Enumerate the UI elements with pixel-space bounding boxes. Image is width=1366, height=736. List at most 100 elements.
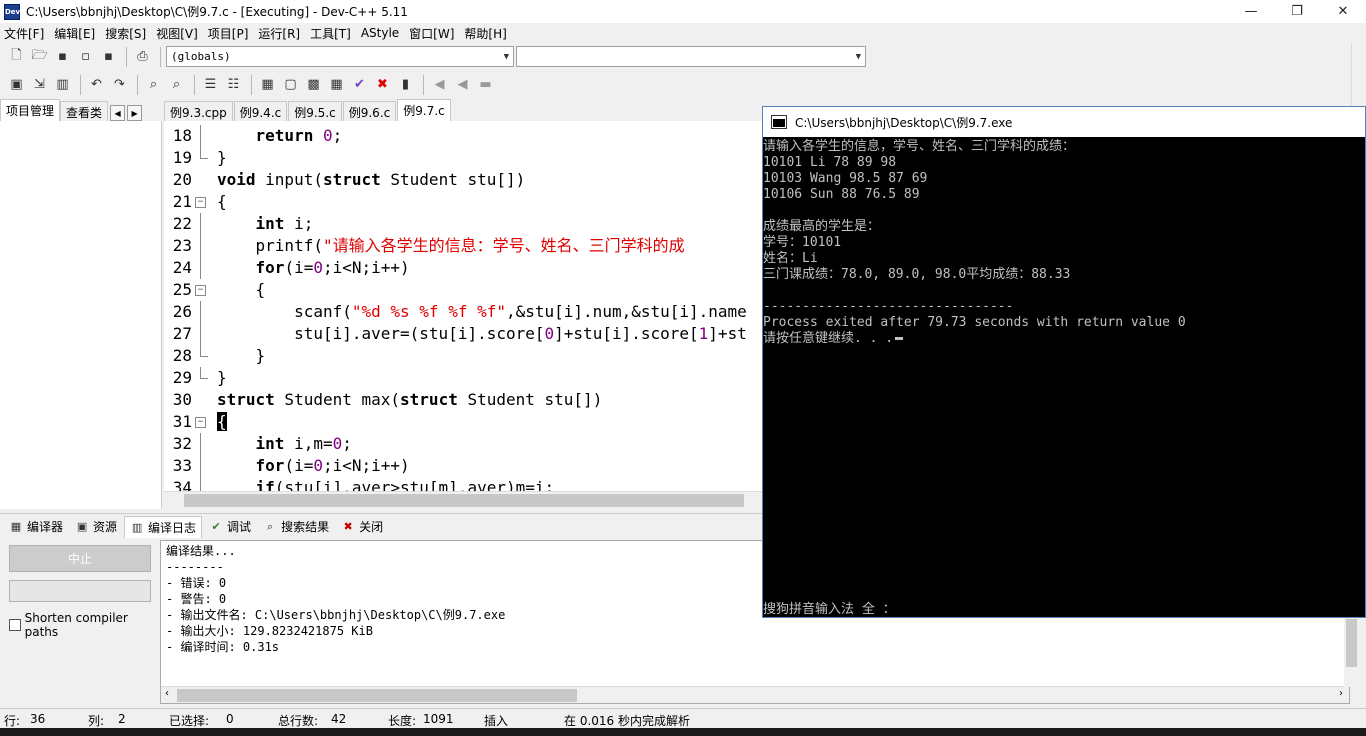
file-tab[interactable]: 例9.3.cpp <box>164 101 233 121</box>
line-number: 32 <box>172 434 192 453</box>
close-file-icon[interactable]: ▪ <box>98 46 119 67</box>
undo-icon[interactable]: ↶ <box>86 74 107 95</box>
save-all-icon[interactable]: ▫ <box>75 46 96 67</box>
ime-status: 搜狗拼音输入法 全 ： <box>763 602 896 617</box>
open-file-icon[interactable]: 🗁 <box>29 46 50 67</box>
menu-view[interactable]: 视图[V] <box>156 25 198 42</box>
code-line[interactable]: 29} <box>164 367 764 389</box>
stop-button[interactable]: 中止 <box>9 545 151 572</box>
menu-astyle[interactable]: AStyle <box>361 26 399 40</box>
scrollbar-thumb[interactable] <box>177 689 577 702</box>
replace-icon[interactable]: ⌕ <box>166 74 187 95</box>
scope-combo[interactable]: (globals) ▼ <box>166 46 514 67</box>
compile-icon[interactable]: ▦ <box>257 74 278 95</box>
code-line[interactable]: 24 for(i=0;i<N;i++) <box>164 257 764 279</box>
console-window[interactable]: C:\Users\bbnjhj\Desktop\C\例9.7.exe 请输入各学… <box>762 106 1366 618</box>
chevron-right-icon[interactable]: › <box>1339 688 1343 699</box>
fold-toggle-icon[interactable]: − <box>195 285 206 296</box>
code-line[interactable]: 32 int i,m=0; <box>164 433 764 455</box>
tab-debug[interactable]: ✔ 调试 <box>204 516 256 538</box>
code-line[interactable]: 23 printf("请输入各学生的信息：学号、姓名、三门学科的成 <box>164 235 764 257</box>
code-line[interactable]: 30 struct Student max(struct Student stu[… <box>164 389 764 411</box>
code-line[interactable]: 27 stu[i].aver=(stu[i].score[0]+stu[i].s… <box>164 323 764 345</box>
code-line[interactable]: 19} <box>164 147 764 169</box>
menu-tools[interactable]: 工具[T] <box>310 25 351 42</box>
code-line[interactable]: 34 if(stu[i].aver>stu[m].aver)m=i; <box>164 477 764 491</box>
bookmark-forward-icon[interactable]: ◀ <box>452 74 473 95</box>
new-file-icon[interactable]: 🗋 <box>6 46 27 67</box>
remove-from-project-icon[interactable]: ▥ <box>52 74 73 95</box>
code-line[interactable]: 31−{ <box>164 411 764 433</box>
print-icon[interactable]: ⎙ <box>132 46 153 67</box>
toolbar-separator <box>160 46 161 67</box>
code-line[interactable]: 33 for(i=0;i<N;i++) <box>164 455 764 477</box>
shorten-paths-checkbox[interactable] <box>9 619 21 631</box>
menu-window[interactable]: 窗口[W] <box>409 25 454 42</box>
tab-close[interactable]: ✖ 关闭 <box>336 516 388 538</box>
project-tree[interactable] <box>0 121 162 509</box>
fold-toggle-icon[interactable]: − <box>195 197 206 208</box>
tab-classes[interactable]: 查看类 <box>60 101 109 121</box>
compile-run-icon[interactable]: ▩ <box>303 74 324 95</box>
run-icon[interactable]: ▢ <box>280 74 301 95</box>
fold-guide <box>200 235 201 257</box>
scrollbar-thumb[interactable] <box>184 494 744 507</box>
menu-run[interactable]: 运行[R] <box>258 25 300 42</box>
editor-horizontal-scrollbar[interactable] <box>164 491 764 508</box>
maximize-button[interactable]: ❐ <box>1274 0 1320 23</box>
code-line[interactable]: 28 } <box>164 345 764 367</box>
fold-toggle-icon[interactable]: − <box>195 417 206 428</box>
code-line[interactable]: 20 void input(struct Student stu[]) <box>164 169 764 191</box>
tab-compiler[interactable]: ▦ 编译器 <box>4 516 68 538</box>
chevron-left-icon[interactable]: ‹ <box>165 688 169 699</box>
chevron-right-icon[interactable]: ▶ <box>127 105 143 121</box>
symbol-combo[interactable]: ▼ <box>516 46 866 67</box>
menu-file[interactable]: 文件[F] <box>4 25 44 42</box>
file-tab[interactable]: 例9.5.c <box>288 101 342 121</box>
console-title-bar[interactable]: C:\Users\bbnjhj\Desktop\C\例9.7.exe <box>763 107 1365 137</box>
redo-icon[interactable]: ↷ <box>109 74 130 95</box>
tab-project[interactable]: 项目管理 <box>0 99 61 121</box>
code-line[interactable]: 22 int i; <box>164 213 764 235</box>
menu-search[interactable]: 搜索[S] <box>105 25 146 42</box>
menu-project[interactable]: 项目[P] <box>208 25 249 42</box>
line-number: 26 <box>172 302 192 321</box>
check-syntax-icon[interactable]: ✔ <box>349 74 370 95</box>
devcpp-app-icon[interactable]: Dev <box>4 3 20 20</box>
tab-compile-log[interactable]: ▥ 编译日志 <box>124 515 203 538</box>
minimize-button[interactable]: — <box>1228 0 1274 23</box>
project-options-icon[interactable]: ▣ <box>6 74 27 95</box>
line-number: 33 <box>172 456 192 475</box>
rebuild-all-icon[interactable]: ▦ <box>326 74 347 95</box>
tab-search-results[interactable]: ⌕ 搜索结果 <box>258 516 334 538</box>
save-icon[interactable]: ▪ <box>52 46 73 67</box>
log-vertical-scrollbar[interactable] <box>1344 617 1359 687</box>
console-icon <box>771 115 787 129</box>
file-tab[interactable]: 例9.6.c <box>342 101 397 121</box>
stop-execution-icon[interactable]: ✖ <box>372 74 393 95</box>
chevron-left-icon[interactable]: ◀ <box>110 105 126 121</box>
code-line[interactable]: 26 scanf("%d %s %f %f %f",&stu[i].num,&s… <box>164 301 764 323</box>
tab-resources[interactable]: ▣ 资源 <box>70 516 122 538</box>
add-to-project-icon[interactable]: ⇲ <box>29 74 50 95</box>
unindent-icon[interactable]: ☷ <box>223 74 244 95</box>
menu-help[interactable]: 帮助[H] <box>464 25 506 42</box>
code-line[interactable]: 21−{ <box>164 191 764 213</box>
menu-edit[interactable]: 编辑[E] <box>54 25 95 42</box>
scrollbar-thumb[interactable] <box>1346 619 1357 667</box>
console-line: 学号：10101 <box>763 235 842 250</box>
fold-guide <box>200 125 201 147</box>
code-line[interactable]: 18 return 0; <box>164 125 764 147</box>
indent-icon[interactable]: ☰ <box>200 74 221 95</box>
file-tab[interactable]: 例9.4.c <box>233 101 288 121</box>
code-line[interactable]: 25− { <box>164 279 764 301</box>
bookmark-back-icon[interactable]: ◀ <box>429 74 450 95</box>
code-editor[interactable]: 18 return 0; 19} 20 void input(struct Stude… <box>164 121 764 491</box>
file-tab-active[interactable]: 例9.7.c <box>397 99 451 121</box>
find-icon[interactable]: ⌕ <box>143 74 164 95</box>
profile-chart-icon[interactable]: ▮ <box>395 74 416 95</box>
comment-icon[interactable]: ▬ <box>475 74 496 95</box>
shorten-paths-option[interactable]: Shorten compiler paths <box>9 611 160 639</box>
close-button[interactable]: ✕ <box>1320 0 1366 23</box>
log-horizontal-scrollbar[interactable]: ‹ › <box>161 686 1349 703</box>
